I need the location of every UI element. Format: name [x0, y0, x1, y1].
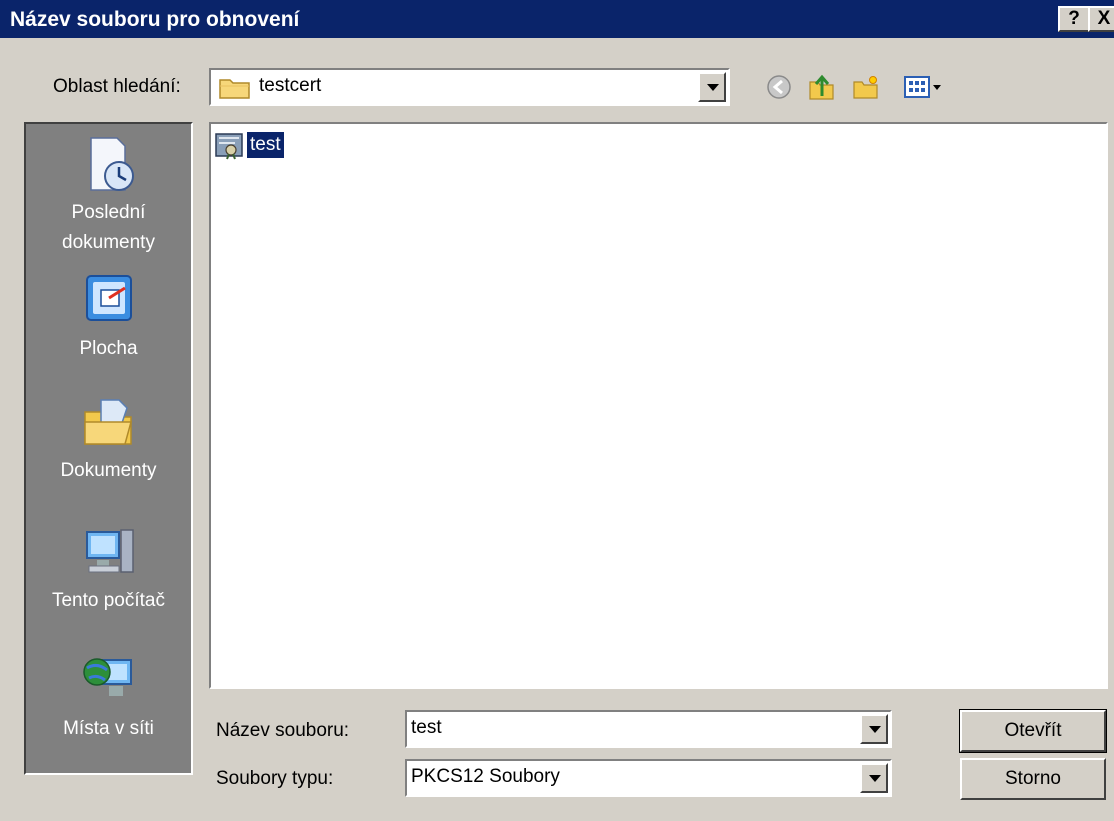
file-list[interactable]: test [209, 122, 1108, 689]
filename-combo[interactable]: test [405, 710, 892, 748]
my-computer-icon [85, 529, 134, 573]
place-label: Plocha [79, 338, 138, 359]
file-name: test [247, 132, 284, 158]
back-icon[interactable] [764, 72, 794, 102]
places-bar: Poslední dokumenty Plocha Dokumenty Tent… [24, 122, 193, 775]
lookin-value: testcert [259, 75, 322, 96]
close-button[interactable]: X [1088, 6, 1114, 32]
filename-label: Název souboru: [216, 720, 350, 741]
filetype-combo[interactable]: PKCS12 Soubory [405, 759, 892, 797]
filetype-label: Soubory typu: [216, 768, 334, 789]
filetype-value: PKCS12 Soubory [411, 766, 560, 787]
window-title: Název souboru pro obnovení [10, 8, 300, 31]
place-network[interactable]: Místa v síti [26, 650, 191, 744]
place-label: Poslední dokumenty [62, 202, 155, 253]
lookin-label: Oblast hledání: [53, 76, 181, 97]
new-folder-icon[interactable] [851, 72, 881, 102]
certificate-icon [215, 133, 243, 160]
network-places-icon [82, 658, 132, 696]
my-documents-icon [83, 399, 132, 445]
filename-input[interactable]: test [411, 717, 442, 739]
open-button[interactable]: Otevřít [959, 709, 1107, 753]
filetype-dropdown-button[interactable] [860, 763, 888, 793]
desktop-icon [85, 275, 132, 321]
up-folder-icon[interactable] [807, 72, 837, 102]
view-menu-icon[interactable] [903, 72, 947, 102]
lookin-dropdown-button[interactable] [698, 72, 726, 102]
title-bar: Název souboru pro obnovení ? X [0, 0, 1114, 38]
cancel-button[interactable]: Storno [960, 758, 1106, 800]
place-label: Tento počítač [51, 590, 166, 611]
filename-dropdown-button[interactable] [860, 714, 888, 744]
place-label: Místa v síti [63, 718, 154, 739]
place-label: Dokumenty [60, 460, 157, 481]
help-button[interactable]: ? [1058, 6, 1090, 32]
place-desktop[interactable]: Plocha [26, 270, 191, 364]
place-recent-documents[interactable]: Poslední dokumenty [26, 134, 191, 258]
place-documents[interactable]: Dokumenty [26, 392, 191, 486]
recent-documents-icon [89, 137, 134, 191]
lookin-combo[interactable]: testcert [209, 68, 730, 106]
folder-icon [219, 79, 250, 99]
place-my-computer[interactable]: Tento počítač [26, 522, 191, 616]
